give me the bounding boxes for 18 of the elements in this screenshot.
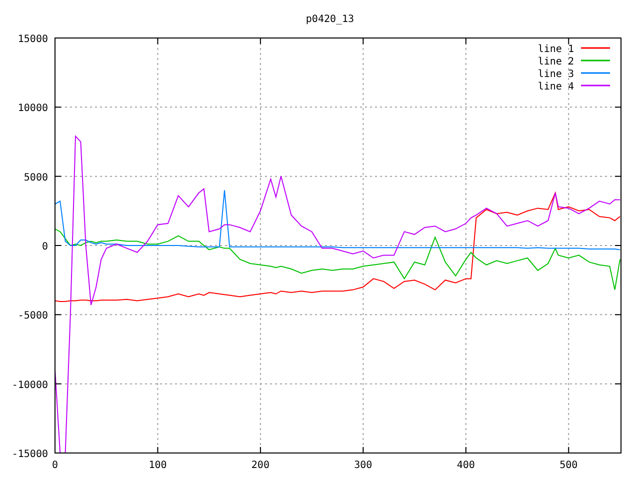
axis-tick-label: -10000: [12, 380, 48, 391]
axis-tick-label: 300: [354, 460, 372, 471]
legend-label: line 3: [538, 69, 574, 80]
axis-tick-label: 100: [148, 460, 167, 471]
chart-title: p0420_13: [306, 14, 354, 25]
axis-tick-label: 15000: [18, 34, 48, 45]
legend-label: line 2: [538, 56, 574, 68]
legend-label: line 4: [538, 82, 574, 92]
axis-tick-label: 400: [456, 460, 475, 471]
axis-tick-label: -5000: [18, 310, 48, 322]
axis-tick-label: 5000: [24, 172, 48, 184]
axis-tick-label: -15000: [12, 449, 48, 460]
axis-tick-label: 200: [251, 460, 270, 471]
axis-tick-label: 0: [52, 460, 58, 471]
axis-tick-label: 500: [560, 460, 578, 471]
axis-tick-label: 0: [42, 242, 48, 252]
legend-label: line 1: [538, 44, 574, 55]
axis-tick-label: 10000: [18, 103, 48, 114]
